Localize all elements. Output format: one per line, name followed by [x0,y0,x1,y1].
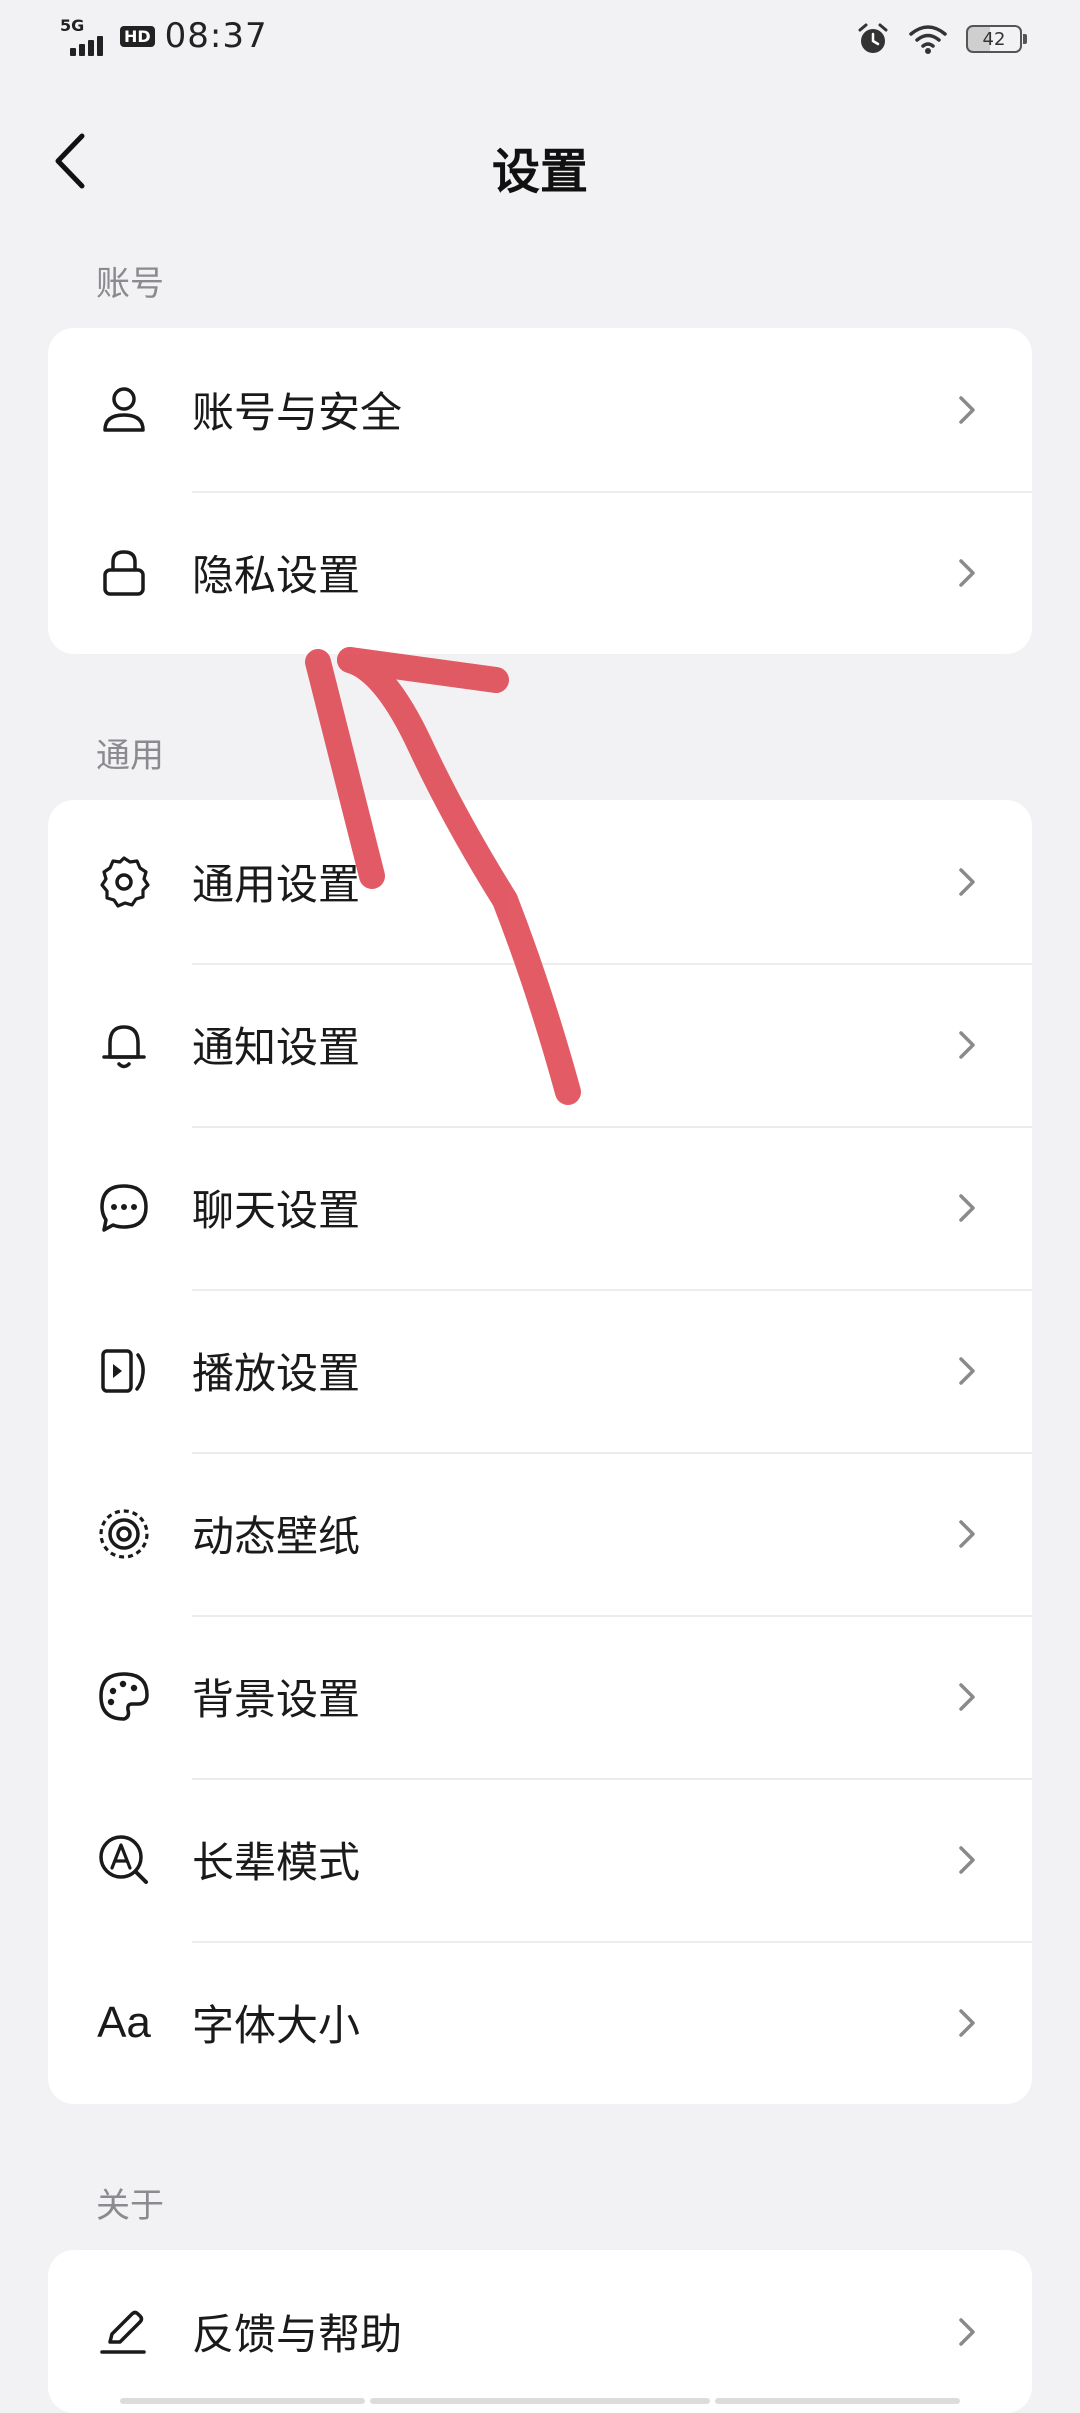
alarm-icon [858,23,888,53]
section-label-general: 通用 [96,736,164,776]
section-label-account: 账号 [96,264,164,304]
status-left: 5G HD 08:37 [60,16,268,56]
lock-icon [96,545,152,601]
chevron-right-icon [959,1682,975,1711]
palette-icon [96,1669,152,1725]
settings-item-label: 聊天设置 [192,1186,361,1235]
chevron-right-icon [959,1356,975,1385]
bottom-indicator [715,2398,960,2404]
chevron-right-icon [959,1519,975,1548]
section-label-about: 关于 [96,2186,164,2226]
bottom-indicator [370,2398,710,2404]
chevron-right-icon [959,1030,975,1059]
settings-item-font-size[interactable]: Aa 字体大小 [48,1941,1032,2104]
battery-level: 42 [982,28,1006,50]
chevron-right-icon [959,1193,975,1222]
pen-icon [96,2304,152,2360]
chat-bubble-icon [96,1180,152,1236]
page-title: 设置 [491,144,588,200]
settings-item-label: 反馈与帮助 [192,2310,403,2359]
hd-badge: HD [120,25,155,47]
settings-item-elder-mode[interactable]: 长辈模式 [48,1778,1032,1941]
bell-icon [96,1017,152,1073]
status-time: 08:37 [164,16,268,56]
chevron-right-icon [959,558,975,587]
wifi-icon [909,25,947,54]
settings-item-label: 账号与安全 [192,388,403,437]
chevron-right-icon [959,867,975,896]
account-card: 账号与安全 隐私设置 [48,328,1032,654]
settings-item-label: 通用设置 [192,860,361,909]
settings-item-general[interactable]: 通用设置 [48,800,1032,963]
header: 设置 [0,84,1080,244]
font-size-icon: Aa [97,1997,151,2047]
settings-item-privacy[interactable]: 隐私设置 [48,491,1032,654]
settings-item-label: 隐私设置 [192,551,361,600]
settings-item-account-security[interactable]: 账号与安全 [48,328,1032,491]
settings-item-notifications[interactable]: 通知设置 [48,963,1032,1126]
settings-item-label: 字体大小 [192,2001,361,2050]
settings-item-feedback-help[interactable]: 反馈与帮助 [48,2250,1032,2413]
settings-item-label: 通知设置 [192,1023,361,1072]
settings-item-label: 背景设置 [192,1675,361,1724]
settings-item-live-wallpaper[interactable]: 动态壁纸 [48,1452,1032,1615]
about-card: 反馈与帮助 [48,2250,1032,2413]
chevron-right-icon [959,1845,975,1874]
chevron-right-icon [959,2008,975,2037]
bottom-indicator [120,2398,365,2404]
elder-mode-icon [96,1832,152,1888]
battery-icon: 42 [966,25,1027,53]
settings-item-background[interactable]: 背景设置 [48,1615,1032,1778]
status-right: 42 [856,22,1027,56]
settings-item-playback[interactable]: 播放设置 [48,1289,1032,1452]
settings-item-label: 播放设置 [192,1349,361,1398]
network-type: 5G [60,16,85,35]
chevron-right-icon [959,2317,975,2346]
settings-item-label: 长辈模式 [192,1838,361,1887]
user-icon [96,382,152,438]
play-screen-icon [96,1343,152,1399]
live-wallpaper-icon [96,1506,152,1562]
general-card: 通用设置 通知设置 聊天设置 播放设置 动态壁纸 背景设置 长辈模式 Aa 字体… [48,800,1032,2104]
settings-item-label: 动态壁纸 [192,1512,361,1561]
chevron-right-icon [959,395,975,424]
cellular-signal-icon: 5G [60,16,110,56]
settings-item-chat[interactable]: 聊天设置 [48,1126,1032,1289]
gear-icon [96,854,152,910]
status-bar: 5G HD 08:37 42 [0,0,1080,84]
